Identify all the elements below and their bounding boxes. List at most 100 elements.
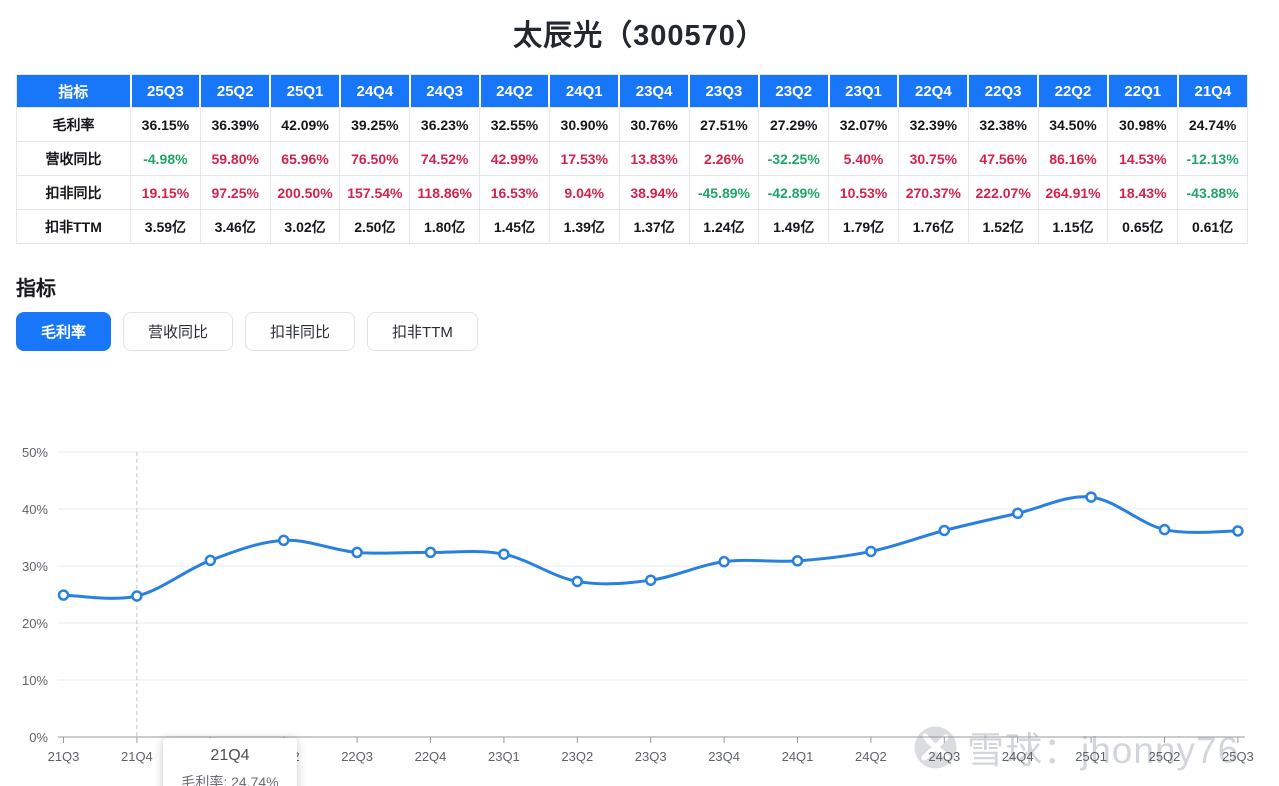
value-cell: 30.98% — [1108, 108, 1178, 142]
table-header-cell: 22Q4 — [898, 75, 968, 108]
x-axis-label: 22Q4 — [415, 749, 447, 764]
value-cell: 27.29% — [759, 108, 829, 142]
data-point[interactable] — [1087, 493, 1096, 502]
gross-margin-line-chart[interactable]: 0%10%20%30%40%50%21Q321Q422Q122Q222Q322Q… — [0, 430, 1279, 786]
value-cell: 32.55% — [480, 108, 550, 142]
value-cell: 32.39% — [898, 108, 968, 142]
table-header-cell: 22Q3 — [968, 75, 1038, 108]
data-point[interactable] — [940, 526, 949, 535]
y-axis-label: 50% — [22, 445, 48, 460]
row-label-cell: 扣非同比 — [17, 176, 131, 210]
value-cell: 1.80亿 — [410, 210, 480, 244]
data-point[interactable] — [720, 557, 729, 566]
filter-button-扣非同比[interactable]: 扣非同比 — [245, 312, 355, 351]
data-point[interactable] — [206, 556, 215, 565]
value-cell: 30.90% — [549, 108, 619, 142]
value-cell: 14.53% — [1108, 142, 1178, 176]
value-cell: 118.86% — [410, 176, 480, 210]
value-cell: 1.49亿 — [759, 210, 829, 244]
data-point[interactable] — [499, 550, 508, 559]
data-point[interactable] — [646, 576, 655, 585]
data-point[interactable] — [1233, 526, 1242, 535]
value-cell: 200.50% — [270, 176, 340, 210]
value-cell: 97.25% — [200, 176, 270, 210]
x-axis-label: 24Q1 — [782, 749, 814, 764]
value-cell: 0.61亿 — [1178, 210, 1248, 244]
table-header-cell: 23Q2 — [759, 75, 829, 108]
value-cell: 264.91% — [1038, 176, 1108, 210]
page-title: 太辰光（300570） — [0, 12, 1279, 54]
value-cell: -12.13% — [1178, 142, 1248, 176]
value-cell: 2.26% — [689, 142, 759, 176]
data-point[interactable] — [279, 536, 288, 545]
y-axis-label: 10% — [22, 673, 48, 688]
indicator-table: 指标25Q325Q225Q124Q424Q324Q224Q123Q423Q323… — [16, 74, 1248, 244]
data-point[interactable] — [426, 548, 435, 557]
row-label-cell: 营收同比 — [17, 142, 131, 176]
value-cell: 1.37亿 — [619, 210, 689, 244]
value-cell: 1.45亿 — [480, 210, 550, 244]
x-axis-label: 25Q2 — [1149, 749, 1181, 764]
y-axis-label: 20% — [22, 616, 48, 631]
y-axis-label: 40% — [22, 502, 48, 517]
value-cell: 32.07% — [829, 108, 899, 142]
value-cell: 0.65亿 — [1108, 210, 1178, 244]
value-cell: 36.39% — [200, 108, 270, 142]
value-cell: 42.09% — [270, 108, 340, 142]
value-cell: 270.37% — [898, 176, 968, 210]
data-point[interactable] — [573, 577, 582, 586]
x-axis-label: 25Q3 — [1222, 749, 1254, 764]
data-point[interactable] — [1160, 525, 1169, 534]
value-cell: -32.25% — [759, 142, 829, 176]
x-axis-label: 24Q4 — [1002, 749, 1034, 764]
table-header-cell: 23Q1 — [829, 75, 899, 108]
data-point[interactable] — [353, 548, 362, 557]
value-cell: 74.52% — [410, 142, 480, 176]
table-header-cell: 25Q3 — [131, 75, 201, 108]
value-cell: 39.25% — [340, 108, 410, 142]
value-cell: 2.50亿 — [340, 210, 410, 244]
table-header-cell: 21Q4 — [1178, 75, 1248, 108]
x-axis-label: 21Q3 — [48, 749, 80, 764]
value-cell: 32.38% — [968, 108, 1038, 142]
data-point[interactable] — [59, 591, 68, 600]
value-cell: 1.52亿 — [968, 210, 1038, 244]
table-header-cell: 25Q2 — [200, 75, 270, 108]
table-header-row: 指标25Q325Q225Q124Q424Q324Q224Q123Q423Q323… — [17, 75, 1248, 108]
y-axis-label: 0% — [29, 730, 48, 745]
value-cell: 1.15亿 — [1038, 210, 1108, 244]
data-point[interactable] — [793, 556, 802, 565]
data-point[interactable] — [132, 591, 141, 600]
value-cell: 1.24亿 — [689, 210, 759, 244]
filter-button-毛利率[interactable]: 毛利率 — [16, 312, 111, 351]
value-cell: 47.56% — [968, 142, 1038, 176]
table-header-cell: 22Q1 — [1108, 75, 1178, 108]
table-row: 扣非TTM3.59亿3.46亿3.02亿2.50亿1.80亿1.45亿1.39亿… — [17, 210, 1248, 244]
value-cell: 17.53% — [549, 142, 619, 176]
table-header-cell: 24Q2 — [480, 75, 550, 108]
value-cell: 19.15% — [131, 176, 201, 210]
value-cell: -45.89% — [689, 176, 759, 210]
stock-metrics-page: 太辰光（300570） 指标25Q325Q225Q124Q424Q324Q224… — [0, 0, 1279, 786]
indicator-filter-bar: 毛利率营收同比扣非同比扣非TTM — [16, 312, 478, 351]
table-header-cell: 22Q2 — [1038, 75, 1108, 108]
value-cell: 65.96% — [270, 142, 340, 176]
value-cell: 1.79亿 — [829, 210, 899, 244]
value-cell: 27.51% — [689, 108, 759, 142]
data-point[interactable] — [866, 547, 875, 556]
filter-button-营收同比[interactable]: 营收同比 — [123, 312, 233, 351]
x-axis-label: 23Q2 — [561, 749, 593, 764]
table-header-cell: 指标 — [17, 75, 131, 108]
y-axis-label: 30% — [22, 559, 48, 574]
value-cell: 10.53% — [829, 176, 899, 210]
value-cell: 1.39亿 — [549, 210, 619, 244]
value-cell: 5.40% — [829, 142, 899, 176]
data-point[interactable] — [1013, 509, 1022, 518]
indicator-section-title: 指标 — [16, 272, 56, 301]
table-row: 营收同比-4.98%59.80%65.96%76.50%74.52%42.99%… — [17, 142, 1248, 176]
row-label-cell: 毛利率 — [17, 108, 131, 142]
value-cell: 3.59亿 — [131, 210, 201, 244]
value-cell: 30.76% — [619, 108, 689, 142]
value-cell: 13.83% — [619, 142, 689, 176]
filter-button-扣非TTM[interactable]: 扣非TTM — [367, 312, 478, 351]
